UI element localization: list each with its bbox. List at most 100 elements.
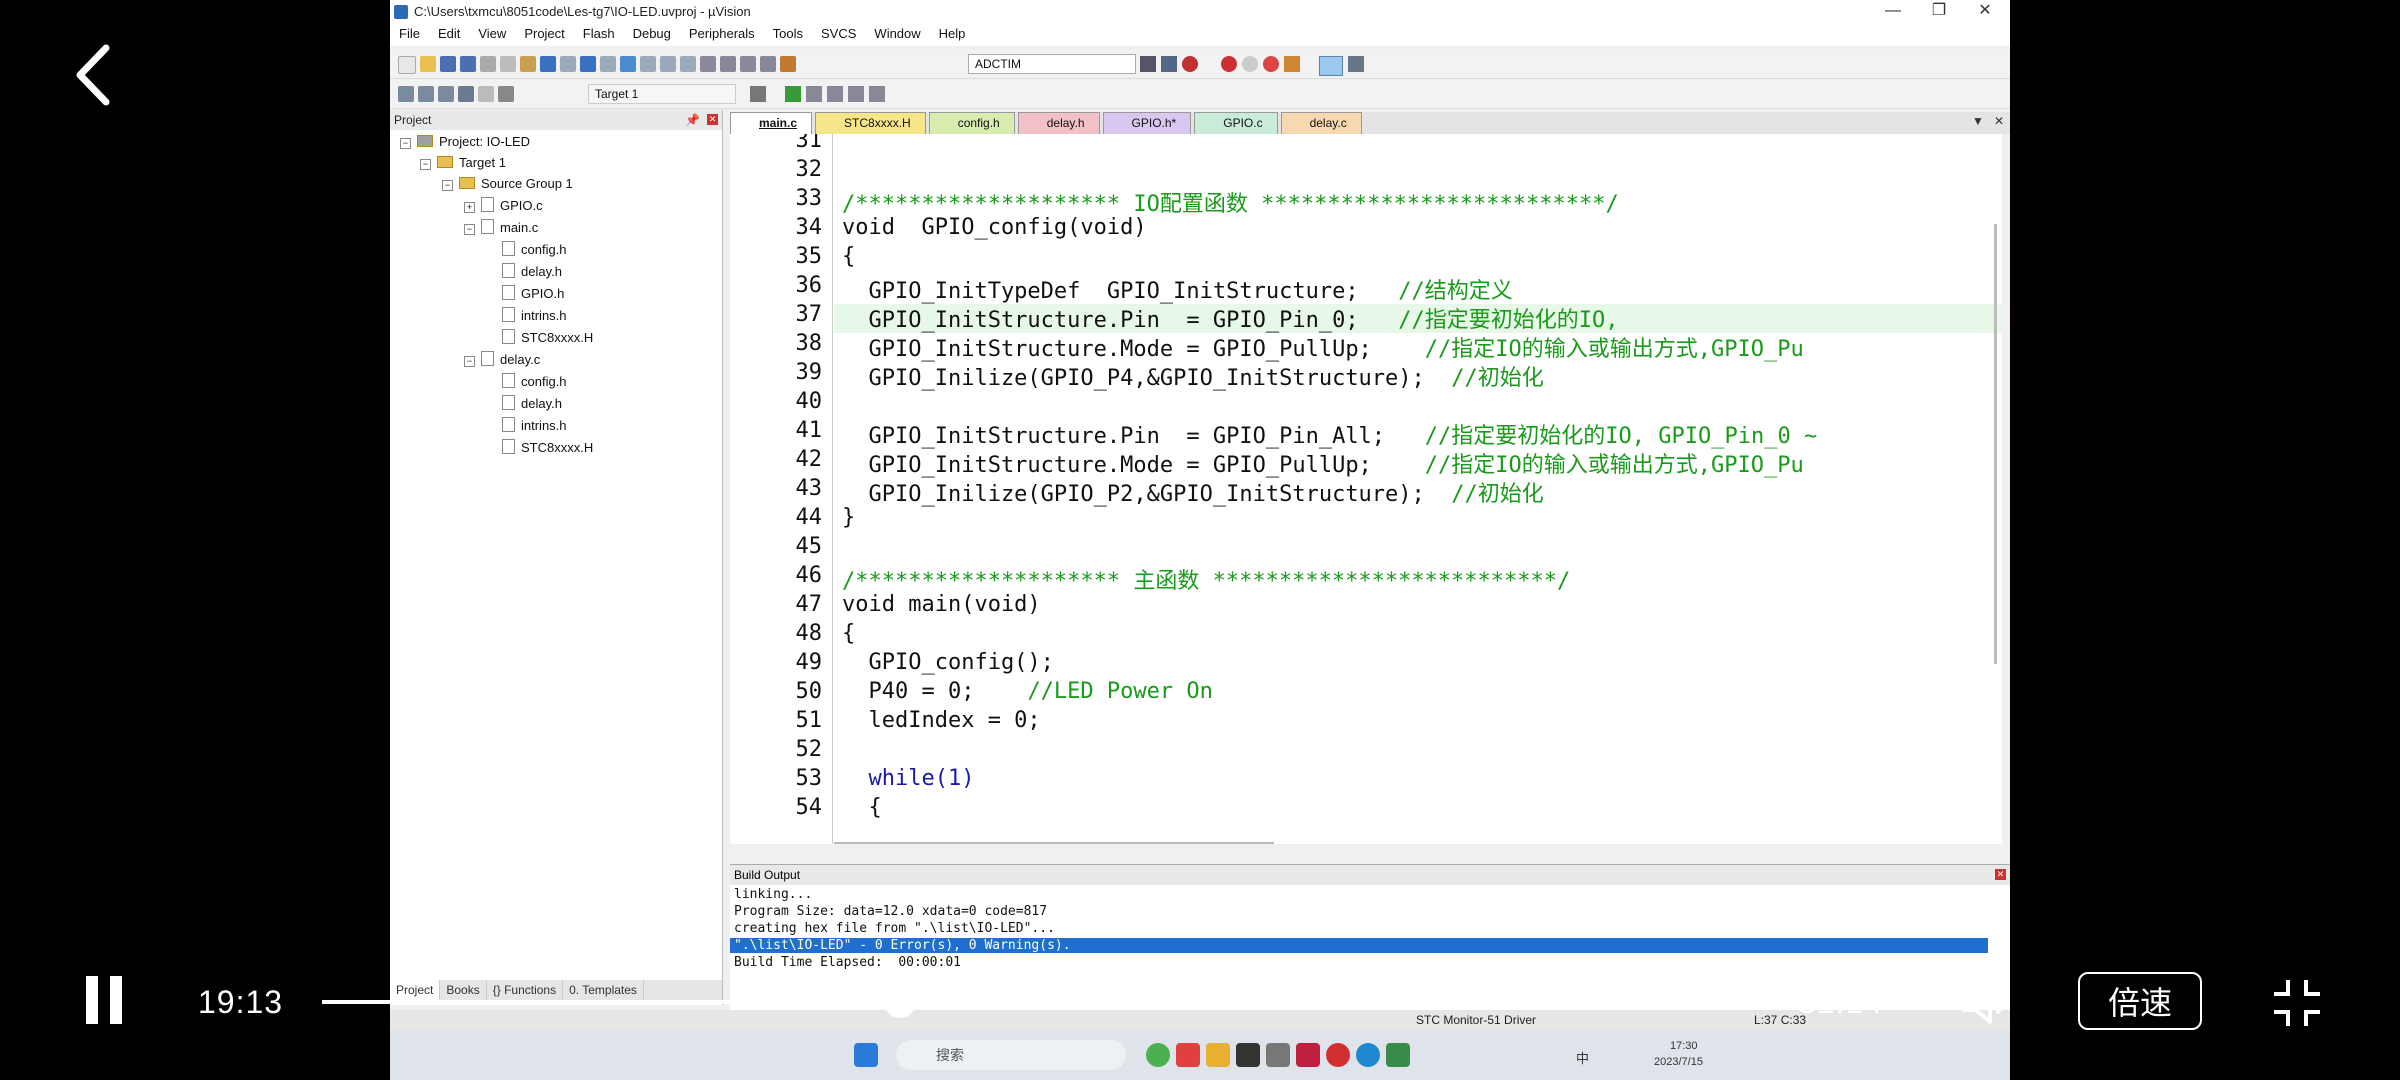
volume-icon[interactable] <box>1960 976 2016 1028</box>
manage-components-icon[interactable] <box>785 86 801 102</box>
editor-tab[interactable]: delay.h <box>1017 112 1100 135</box>
paste-icon[interactable] <box>520 56 536 72</box>
uvision-taskbar-icon[interactable] <box>1386 1043 1410 1067</box>
save-icon[interactable] <box>440 56 456 72</box>
taskbar-app-icon[interactable] <box>1326 1043 1350 1067</box>
unindent-icon[interactable] <box>720 56 736 72</box>
redo-icon[interactable] <box>560 56 576 72</box>
bookmark-prev-icon[interactable] <box>640 56 656 72</box>
tree-item-file[interactable]: delay.h <box>502 394 562 414</box>
file-explorer-icon[interactable] <box>1206 1043 1230 1067</box>
menu-edit[interactable]: Edit <box>429 24 469 46</box>
tree-item-target[interactable]: − Target 1 <box>420 153 506 173</box>
build-output-close-icon[interactable]: ✕ <box>1995 869 2006 880</box>
edge-icon[interactable] <box>1356 1043 1380 1067</box>
collapse-icon[interactable]: − <box>464 224 475 235</box>
batch-build-icon[interactable] <box>458 86 474 102</box>
rebuild-icon[interactable] <box>438 86 454 102</box>
close-button[interactable]: ✕ <box>1962 0 2008 24</box>
menu-file[interactable]: File <box>390 24 429 46</box>
menu-debug[interactable]: Debug <box>624 24 680 46</box>
tree-item-file[interactable]: − delay.c <box>464 350 540 370</box>
camera-icon[interactable] <box>1266 1043 1290 1067</box>
expand-icon[interactable]: + <box>464 202 475 213</box>
taskbar-app-icon[interactable] <box>1176 1043 1200 1067</box>
indent-icon[interactable] <box>700 56 716 72</box>
editor-tab[interactable]: config.h <box>928 112 1015 135</box>
breakpoint-options-icon[interactable] <box>1284 56 1300 72</box>
bookmark-icon[interactable] <box>620 56 636 72</box>
taskbar-app-icon[interactable] <box>1146 1043 1170 1067</box>
find-combo[interactable]: ADCTIM <box>968 54 1136 74</box>
tree-item-project[interactable]: − Project: IO-LED <box>400 132 530 152</box>
debug-start-icon[interactable] <box>1182 56 1198 72</box>
ime-indicator[interactable]: 中 <box>1576 1048 1589 1067</box>
uncomment-icon[interactable] <box>760 56 776 72</box>
playback-speed-button[interactable]: 倍速 <box>2078 972 2202 1030</box>
tree-item-file[interactable]: + GPIO.c <box>464 196 543 216</box>
comment-icon[interactable] <box>740 56 756 72</box>
minimize-button[interactable]: — <box>1870 0 1916 24</box>
menu-view[interactable]: View <box>469 24 515 46</box>
windows-start-icon[interactable] <box>854 1043 878 1067</box>
cut-icon[interactable] <box>480 56 496 72</box>
nav-forward-icon[interactable] <box>600 56 616 72</box>
bookmark-next-icon[interactable] <box>660 56 676 72</box>
vertical-scrollbar[interactable] <box>1994 224 1997 664</box>
editor-tab[interactable]: STC8xxxx.H <box>815 112 926 135</box>
find-in-files-icon[interactable] <box>780 56 796 72</box>
menu-flash[interactable]: Flash <box>574 24 624 46</box>
pack-installer-icon[interactable] <box>827 86 843 102</box>
download-icon[interactable] <box>498 86 514 102</box>
tabs-close-icon[interactable]: ✕ <box>1994 114 2004 128</box>
file-extensions-icon[interactable] <box>806 86 822 102</box>
manage-run-time-icon[interactable] <box>869 86 885 102</box>
editor-tab[interactable]: GPIO.h* <box>1102 112 1192 135</box>
tab-books[interactable]: Books <box>440 980 487 1002</box>
tree-item-file[interactable]: intrins.h <box>502 306 567 326</box>
breakpoint-icon[interactable] <box>1221 56 1237 72</box>
editor-tab[interactable]: delay.c <box>1280 112 1362 135</box>
pane-close-icon[interactable]: ✕ <box>707 114 718 125</box>
window-layout-icon[interactable] <box>1319 56 1343 76</box>
editor-tab[interactable]: main.c <box>730 112 813 135</box>
build-icon[interactable] <box>418 86 434 102</box>
tree-item-file[interactable]: GPIO.h <box>502 284 564 304</box>
taskbar-app-icon[interactable] <box>1236 1043 1260 1067</box>
editor-tab[interactable]: GPIO.c <box>1194 112 1278 135</box>
stop-build-icon[interactable] <box>478 86 494 102</box>
tab-functions[interactable]: {} Functions <box>487 980 564 1002</box>
menu-window[interactable]: Window <box>865 24 929 46</box>
breakpoint-disable-icon[interactable] <box>1242 56 1258 72</box>
tree-item-file[interactable]: STC8xxxx.H <box>502 438 593 458</box>
copy-icon[interactable] <box>500 56 516 72</box>
tree-item-file[interactable]: intrins.h <box>502 416 567 436</box>
select-software-packs-icon[interactable] <box>848 86 864 102</box>
save-all-icon[interactable] <box>460 56 476 72</box>
new-file-icon[interactable] <box>398 56 416 74</box>
back-arrow-icon[interactable] <box>66 40 126 110</box>
taskbar-app-icon[interactable] <box>1296 1043 1320 1067</box>
configure-icon[interactable] <box>1348 56 1364 72</box>
menu-project[interactable]: Project <box>515 24 573 46</box>
maximize-button[interactable]: ❐ <box>1916 0 1962 24</box>
tree-item-file[interactable]: − main.c <box>464 218 538 238</box>
collapse-icon[interactable]: − <box>420 159 431 170</box>
tree-item-file[interactable]: delay.h <box>502 262 562 282</box>
target-combo[interactable]: Target 1 <box>588 84 736 104</box>
tab-project[interactable]: Project <box>390 980 441 1002</box>
collapse-icon[interactable]: − <box>400 138 411 149</box>
tree-item-file[interactable]: config.h <box>502 240 567 260</box>
menu-svcs[interactable]: SVCS <box>812 24 865 46</box>
target-options-icon[interactable] <box>750 86 766 102</box>
nav-back-icon[interactable] <box>580 56 596 72</box>
code-editor[interactable]: 31 32 33 34 35 36 37 38 39 40 41 42 43 44 45 46 47 48 49 50… <box>730 134 2002 844</box>
tree-item-source-group[interactable]: − Source Group 1 <box>442 174 573 194</box>
open-file-icon[interactable] <box>420 56 436 72</box>
horizontal-scrollbar[interactable] <box>834 842 1274 844</box>
pause-icon[interactable] <box>82 972 126 1028</box>
tree-item-file[interactable]: STC8xxxx.H <box>502 328 593 348</box>
tabs-dropdown-icon[interactable]: ▼ <box>1972 114 1984 128</box>
taskbar-search[interactable]: 搜索 <box>896 1040 1126 1070</box>
undo-icon[interactable] <box>540 56 556 72</box>
